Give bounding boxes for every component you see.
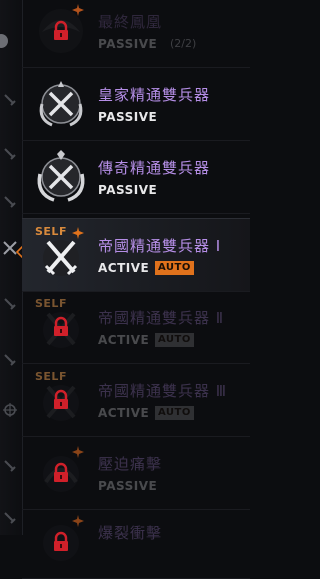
skill-icon (32, 148, 90, 206)
skill-title: 帝國精通雙兵器 Ⅲ (98, 382, 228, 400)
crossed-blades-emblem-icon (37, 150, 85, 202)
skill-list: 最終鳳凰 PASSIVE (2/2) 皇家精通雙兵器 PASSIVE 傳奇精通雙 (22, 0, 250, 579)
sword-icon[interactable] (2, 352, 18, 368)
sword-icon[interactable] (2, 194, 18, 210)
skill-icon (32, 75, 90, 133)
burst-icon (72, 4, 84, 16)
skill-type: PASSIVE (98, 110, 158, 124)
skill-title: 皇家精通雙兵器 (98, 86, 211, 104)
skill-row[interactable]: 皇家精通雙兵器 PASSIVE (22, 68, 250, 141)
skill-type: PASSIVE (98, 479, 158, 493)
self-tag: SELF (35, 370, 67, 383)
skill-row-selected[interactable]: SELF 帝國精通雙兵器 Ⅰ ACTIVE AUTO (22, 218, 250, 292)
skill-row[interactable]: 壓迫痛擊 PASSIVE (22, 437, 250, 510)
skill-icon (32, 444, 90, 502)
self-tag: SELF (35, 297, 67, 310)
skill-type: PASSIVE (98, 37, 158, 51)
skill-title: 最終鳳凰 (98, 13, 163, 31)
crossed-blades-emblem-icon (39, 81, 83, 127)
skill-icon (32, 513, 90, 571)
skill-icon: SELF (32, 225, 90, 284)
skill-row[interactable]: SELF 帝國精通雙兵器 Ⅱ ACTIVE AUTO (22, 291, 250, 364)
sword-icon[interactable] (2, 510, 18, 526)
sword-icon[interactable] (2, 92, 18, 108)
skill-title: 帝國精通雙兵器 Ⅱ (98, 309, 225, 327)
burst-icon (72, 515, 84, 527)
burst-icon (72, 446, 84, 458)
skill-row[interactable]: 最終鳳凰 PASSIVE (2/2) (22, 0, 250, 68)
skill-row[interactable]: 傳奇精通雙兵器 PASSIVE (22, 141, 250, 214)
skill-type: ACTIVE (98, 406, 150, 420)
skill-title: 傳奇精通雙兵器 (98, 159, 211, 177)
burst-icon (72, 227, 84, 239)
compass-icon[interactable] (2, 402, 18, 418)
skill-row[interactable]: 爆裂衝擊 (22, 506, 250, 579)
sword-icon[interactable] (2, 458, 18, 474)
lock-icon (54, 462, 68, 482)
skill-icon: SELF (32, 370, 90, 429)
lock-icon (54, 316, 68, 336)
collapse-handle[interactable] (0, 34, 8, 48)
lock-icon (54, 20, 68, 40)
sword-icon[interactable] (2, 146, 18, 162)
sword-icon[interactable] (2, 296, 18, 312)
skill-title: 壓迫痛擊 (98, 455, 163, 473)
skill-row[interactable]: SELF 帝國精通雙兵器 Ⅲ ACTIVE AUTO (22, 364, 250, 437)
lock-icon (54, 389, 68, 409)
skill-level: (2/2) (170, 37, 197, 50)
skill-title: 帝國精通雙兵器 Ⅰ (98, 237, 222, 255)
auto-badge: AUTO (155, 333, 194, 347)
skill-icon (32, 2, 90, 60)
auto-badge: AUTO (155, 406, 194, 420)
category-rail (0, 0, 24, 535)
auto-badge: AUTO (155, 261, 194, 275)
skill-icon: SELF (32, 297, 90, 356)
skill-type: ACTIVE (98, 261, 150, 275)
self-tag: SELF (35, 225, 67, 238)
skill-title: 爆裂衝擊 (98, 524, 163, 542)
lock-icon (54, 531, 68, 551)
skill-type: ACTIVE (98, 333, 150, 347)
skill-type: PASSIVE (98, 183, 158, 197)
